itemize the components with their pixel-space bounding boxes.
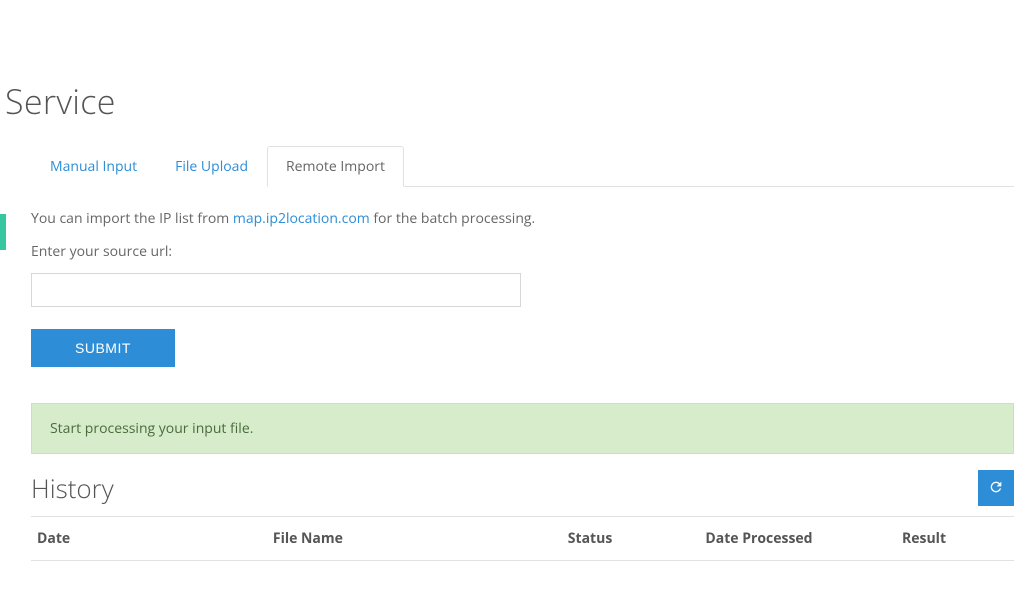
source-url-input[interactable] — [31, 273, 521, 307]
tab-file-upload[interactable]: File Upload — [156, 146, 267, 187]
history-title: History — [31, 470, 114, 506]
tab-remote-import[interactable]: Remote Import — [267, 146, 404, 187]
page-title: Service — [5, 78, 1024, 124]
refresh-icon — [988, 479, 1004, 498]
tab-bar: Manual Input File Upload Remote Import — [31, 146, 1014, 187]
refresh-button[interactable] — [978, 470, 1014, 506]
intro-text: You can import the IP list from map.ip2l… — [31, 209, 1014, 228]
col-date-processed: Date Processed — [699, 517, 896, 561]
col-file-name: File Name — [267, 517, 562, 561]
sidebar-accent — [0, 214, 6, 250]
col-date: Date — [31, 517, 267, 561]
intro-suffix: for the batch processing. — [370, 209, 535, 228]
col-result: Result — [896, 517, 1014, 561]
history-table: Date File Name Status Date Processed Res… — [31, 516, 1014, 561]
submit-button[interactable]: SUBMIT — [31, 329, 175, 367]
intro-prefix: You can import the IP list from — [31, 209, 233, 228]
source-url-label: Enter your source url: — [31, 242, 1014, 261]
tab-manual-input[interactable]: Manual Input — [31, 146, 156, 187]
intro-link[interactable]: map.ip2location.com — [233, 209, 370, 228]
alert-success: Start processing your input file. — [31, 403, 1014, 454]
col-status: Status — [562, 517, 700, 561]
